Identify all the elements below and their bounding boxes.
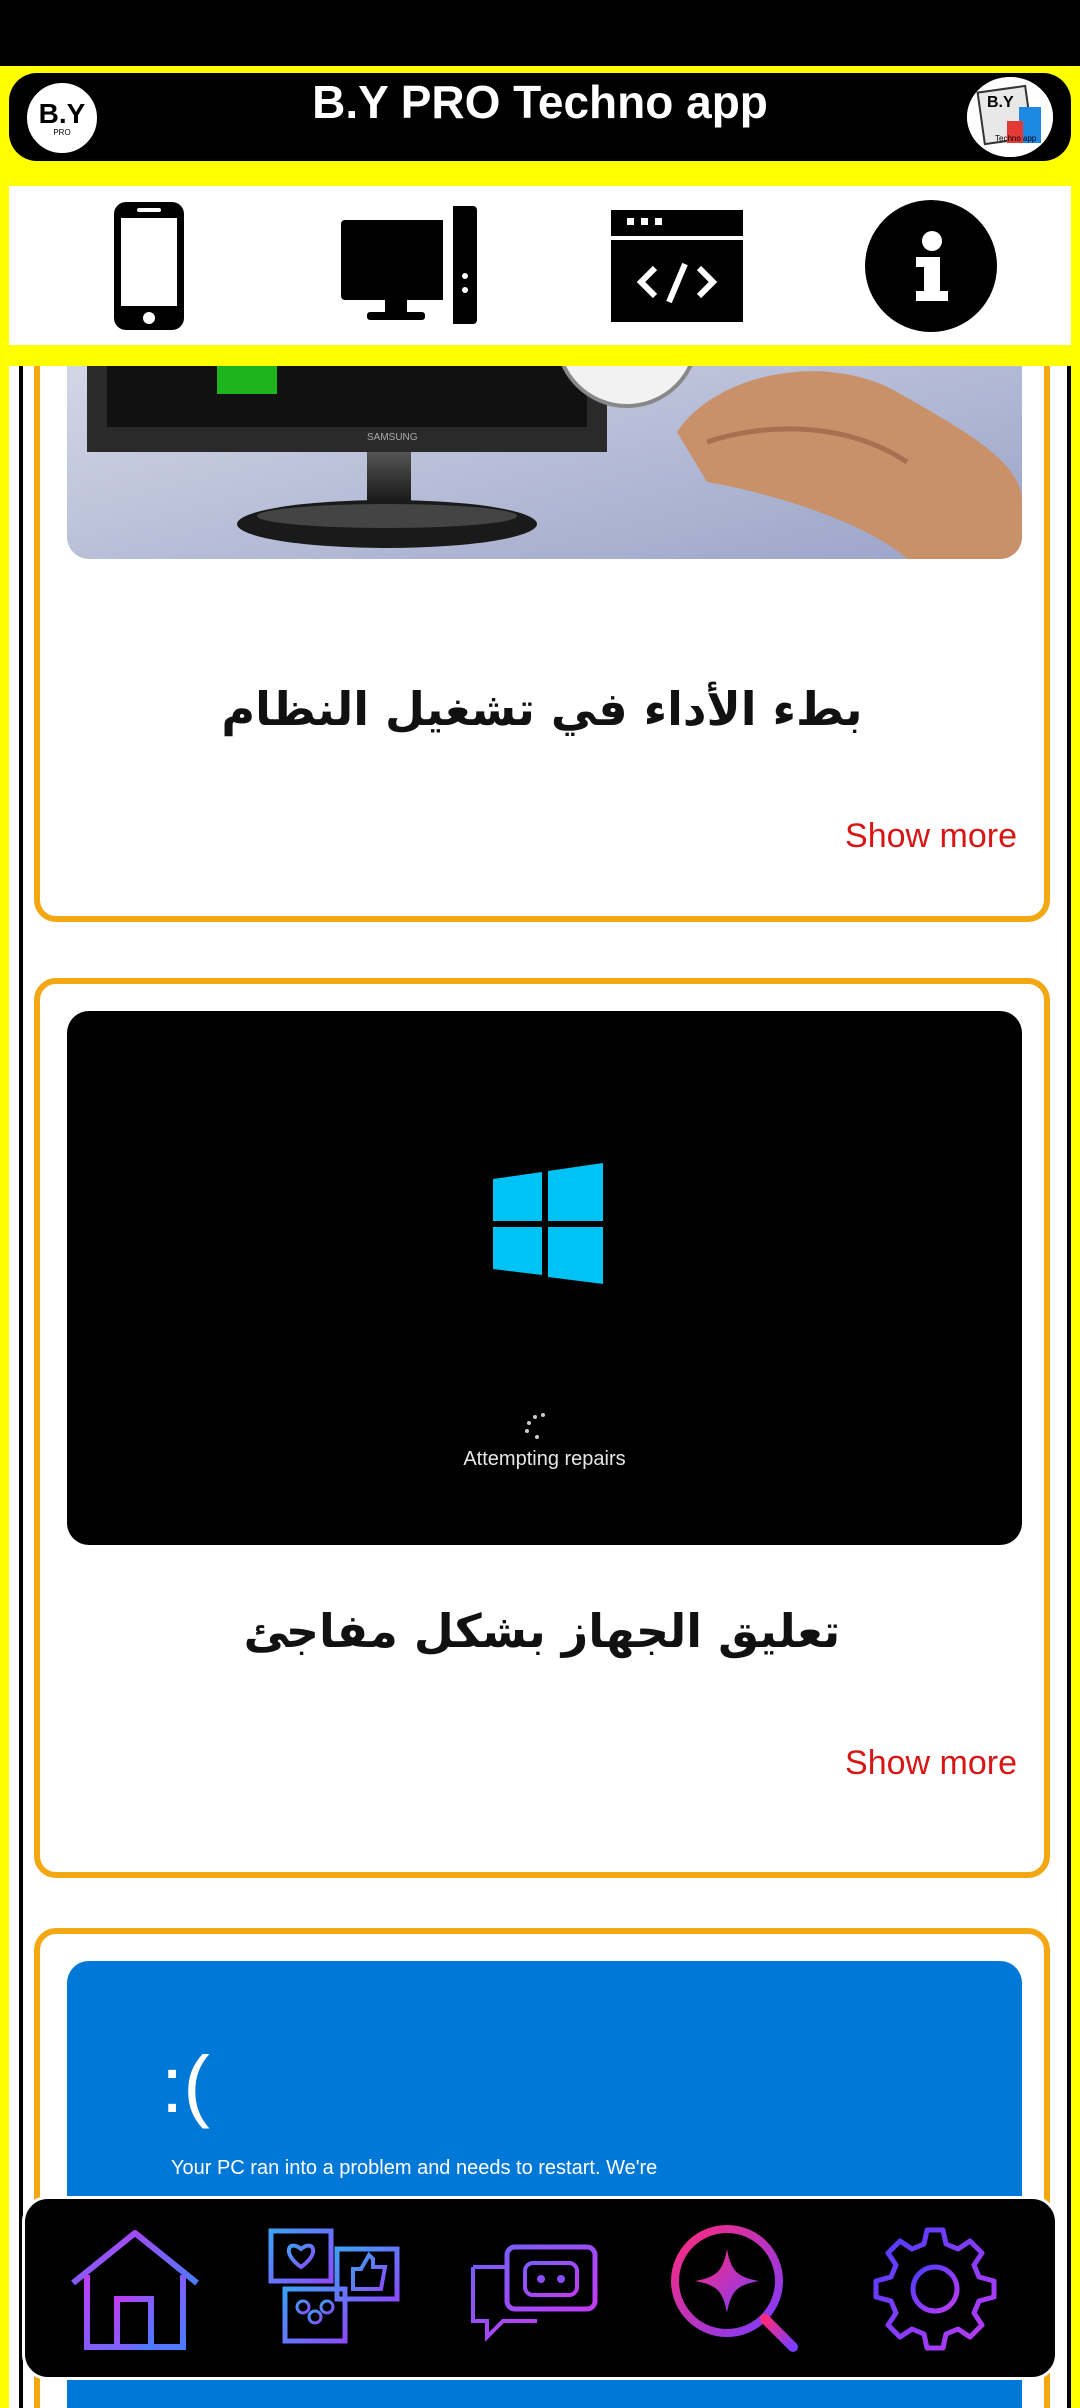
smartphone-icon[interactable] bbox=[79, 196, 219, 336]
app-title: B.Y PRO Techno app bbox=[312, 76, 768, 128]
top-icon-nav bbox=[9, 186, 1071, 345]
frame-edge bbox=[19, 366, 23, 2408]
bottom-nav bbox=[22, 2196, 1058, 2380]
article-card[interactable]: Attempting repairs تعليق الجهاز بشكل مفا… bbox=[34, 978, 1050, 1878]
article-card[interactable]: SAMSUNG بطء الأداء في تشغيل النظام Show … bbox=[34, 366, 1050, 922]
home-icon[interactable] bbox=[65, 2219, 205, 2359]
community-feedback-icon[interactable] bbox=[265, 2219, 405, 2359]
frame-edge bbox=[1067, 366, 1071, 2408]
desktop-computer-icon[interactable] bbox=[339, 196, 479, 336]
sad-face: :( bbox=[161, 2040, 210, 2129]
monitor-stopwatch-image: SAMSUNG bbox=[67, 366, 1022, 559]
content-feed[interactable]: SAMSUNG بطء الأداء في تشغيل النظام Show … bbox=[9, 366, 1071, 2408]
info-icon[interactable] bbox=[861, 196, 1001, 336]
bsod-message: Your PC ran into a problem and needs to … bbox=[171, 2157, 658, 2179]
svg-text:SAMSUNG: SAMSUNG bbox=[367, 432, 418, 443]
repair-caption: Attempting repairs bbox=[463, 1448, 626, 1470]
sparkle-search-icon[interactable] bbox=[665, 2219, 805, 2359]
status-bar bbox=[0, 0, 1080, 66]
logo-right-subtext: Techno app bbox=[995, 134, 1037, 143]
code-window-icon[interactable] bbox=[607, 196, 747, 336]
settings-gear-icon[interactable] bbox=[865, 2219, 1005, 2359]
article-title: بطء الأداء في تشغيل النظام bbox=[221, 682, 863, 736]
chatbot-icon[interactable] bbox=[465, 2219, 605, 2359]
app-logo-secondary: B.Y Techno app bbox=[967, 77, 1053, 157]
article-title: تعليق الجهاز بشكل مفاجئ bbox=[243, 1604, 841, 1658]
show-more-link[interactable]: Show more bbox=[845, 817, 1017, 856]
logo-right-text: B.Y bbox=[987, 94, 1014, 111]
app-header: B.Y PRO B.Y PRO Techno app B.Y Techno ap… bbox=[9, 73, 1071, 161]
windows-repair-image: Attempting repairs bbox=[67, 1011, 1022, 1545]
show-more-link[interactable]: Show more bbox=[845, 1744, 1017, 1783]
